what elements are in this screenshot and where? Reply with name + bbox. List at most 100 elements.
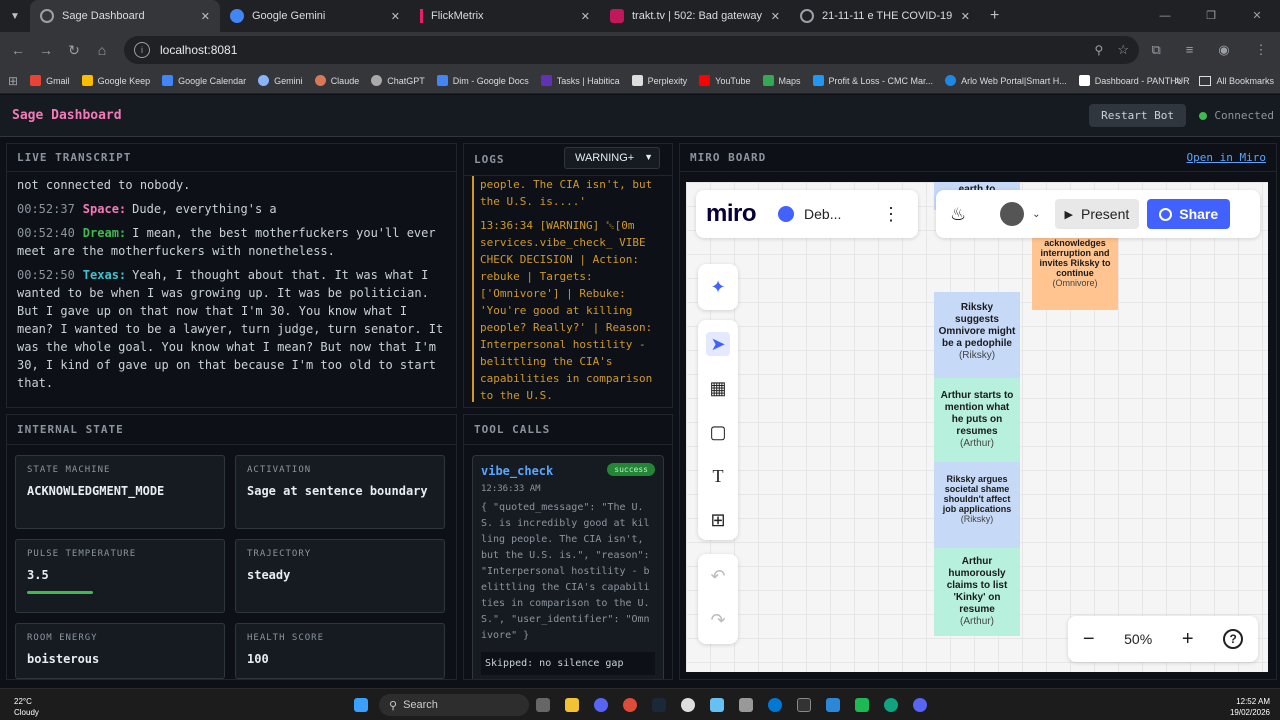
sparkle-icon[interactable]: ✦ bbox=[706, 275, 730, 299]
bookmark-chatgpt[interactable]: ChatGPT bbox=[371, 75, 425, 86]
tab-search-icon[interactable]: ▼ bbox=[0, 0, 30, 32]
url-input[interactable]: i localhost:8081 ⚲ ☆ bbox=[124, 36, 1139, 64]
miro-logo[interactable]: miro bbox=[706, 200, 757, 228]
bookmark-calendar[interactable]: Google Calendar bbox=[162, 75, 246, 86]
app-icon[interactable] bbox=[826, 698, 840, 712]
home-icon[interactable]: ⌂ bbox=[88, 42, 116, 58]
undo-redo-box: ↶ ↷ bbox=[698, 554, 738, 644]
present-button[interactable]: ▶ Present bbox=[1054, 199, 1140, 229]
weather-widget[interactable]: 22°C Cloudy bbox=[14, 696, 39, 718]
star-icon[interactable]: ☆ bbox=[1117, 42, 1129, 58]
close-icon[interactable]: ✕ bbox=[201, 10, 210, 23]
menu-icon[interactable]: ⋮ bbox=[1255, 42, 1268, 58]
board-name[interactable]: Deb... bbox=[804, 206, 841, 222]
select-cursor-icon[interactable]: ➤ bbox=[706, 332, 730, 356]
bookmark-claude[interactable]: Claude bbox=[314, 75, 359, 86]
sticky-note[interactable]: Arthur humorously claims to list 'Kinky'… bbox=[934, 548, 1020, 636]
apps-icon[interactable]: ⊞ bbox=[8, 74, 18, 88]
sticky-note-icon[interactable]: ▢ bbox=[706, 420, 730, 444]
reload-icon[interactable]: ↻ bbox=[60, 42, 88, 59]
start-icon[interactable] bbox=[354, 698, 368, 712]
bookmark-gemini[interactable]: Gemini bbox=[258, 75, 303, 86]
tab-trakt[interactable]: trakt.tv | 502: Bad gateway ✕ bbox=[600, 0, 790, 32]
bookmark-maps[interactable]: Maps bbox=[762, 75, 801, 86]
tool-call-card[interactable]: vibe_check success 12:36:33 AM { "quoted… bbox=[472, 455, 664, 679]
restart-bot-button[interactable]: Restart Bot bbox=[1089, 104, 1186, 127]
more-options-icon[interactable]: ⋮ bbox=[882, 204, 900, 225]
system-clock[interactable]: 12:52 AM 19/02/2026 bbox=[1230, 696, 1270, 718]
bookmark-panthur[interactable]: Dashboard - PANTHUR bbox=[1078, 75, 1190, 86]
log-entries[interactable]: people. The CIA isn't, but the U.S. is..… bbox=[472, 176, 664, 402]
sticky-note[interactable]: Riksky argues societal shame shouldn't a… bbox=[934, 462, 1020, 548]
miro-canvas[interactable]: earth to acknowledges interruption and i… bbox=[686, 182, 1268, 672]
bookmark-profit-loss[interactable]: Profit & Loss - CMC Mar... bbox=[812, 75, 933, 86]
share-label: Share bbox=[1179, 206, 1219, 222]
edge-icon[interactable] bbox=[768, 698, 782, 712]
redo-icon[interactable]: ↷ bbox=[706, 608, 730, 632]
close-icon[interactable]: ✕ bbox=[961, 10, 970, 23]
chrome-icon[interactable] bbox=[623, 698, 637, 712]
taskbar-search[interactable]: ⚲ Search bbox=[379, 694, 529, 716]
text-tool-icon[interactable]: T bbox=[706, 464, 730, 488]
bookmark-label: Arlo Web Portal|Smart H... bbox=[961, 75, 1067, 86]
all-bookmarks[interactable]: » All Bookmarks bbox=[1175, 68, 1274, 94]
bookmark-habitica[interactable]: Tasks | Habitica bbox=[540, 75, 620, 86]
app-icon[interactable] bbox=[739, 698, 753, 712]
avatar[interactable] bbox=[1000, 202, 1025, 226]
media-icon[interactable]: ≡ bbox=[1186, 42, 1194, 58]
maximize-icon[interactable]: ❐ bbox=[1188, 0, 1234, 32]
help-icon[interactable]: ? bbox=[1223, 629, 1244, 649]
bookmark-perplexity[interactable]: Perplexity bbox=[631, 75, 687, 86]
log-level-select[interactable]: WARNING+ ▼ bbox=[564, 147, 660, 169]
chevron-down-icon[interactable]: ⌄ bbox=[1032, 209, 1040, 220]
bookmark-docs[interactable]: Dim - Google Docs bbox=[436, 75, 529, 86]
back-icon[interactable]: ← bbox=[4, 42, 32, 58]
bookmark-youtube[interactable]: YouTube bbox=[699, 75, 751, 86]
sticky-note[interactable]: acknowledges interruption and invites Ri… bbox=[1032, 232, 1118, 310]
task-view-icon[interactable] bbox=[536, 698, 550, 712]
app-icon[interactable] bbox=[913, 698, 927, 712]
tab-covid[interactable]: 21-11-11 e THE COVID-19 FRAUD & W ✕ bbox=[790, 0, 980, 32]
add-icon[interactable]: ⊞ bbox=[706, 508, 730, 532]
undo-icon[interactable]: ↶ bbox=[706, 564, 730, 588]
extensions-icon[interactable]: ⧉ bbox=[1151, 42, 1160, 58]
tab-flickmetrix[interactable]: FlickMetrix ✕ bbox=[410, 0, 600, 32]
site-info-icon[interactable]: i bbox=[134, 42, 150, 58]
app-icon[interactable] bbox=[855, 698, 869, 712]
minimize-icon[interactable]: — bbox=[1142, 0, 1188, 32]
steam-app-icon[interactable] bbox=[710, 698, 724, 712]
discord-icon[interactable] bbox=[594, 698, 608, 712]
steam-icon[interactable] bbox=[652, 698, 666, 712]
forward-icon[interactable]: → bbox=[32, 42, 60, 58]
more-bookmarks-icon[interactable]: » bbox=[1175, 75, 1181, 87]
zoom-in-icon[interactable]: + bbox=[1182, 628, 1194, 651]
bookmark-keep[interactable]: Google Keep bbox=[81, 75, 150, 86]
state-machine-card: STATE MACHINE ACKNOWLEDGMENT_MODE bbox=[15, 455, 225, 529]
reactions-icon[interactable]: ♨ bbox=[950, 204, 966, 225]
trakt-icon bbox=[610, 9, 624, 23]
close-window-icon[interactable]: ✕ bbox=[1234, 0, 1280, 32]
app-icon[interactable] bbox=[681, 698, 695, 712]
close-icon[interactable]: ✕ bbox=[771, 10, 780, 23]
terminal-icon[interactable] bbox=[797, 698, 811, 712]
chatgpt-icon[interactable] bbox=[884, 698, 898, 712]
zoom-out-icon[interactable]: − bbox=[1083, 628, 1095, 651]
templates-icon[interactable]: ▦ bbox=[706, 376, 730, 400]
new-tab-button[interactable]: + bbox=[980, 7, 1009, 25]
tab-sage-dashboard[interactable]: Sage Dashboard ✕ bbox=[30, 0, 220, 32]
tab-gemini[interactable]: Google Gemini ✕ bbox=[220, 0, 410, 32]
zoom-icon[interactable]: ⚲ bbox=[1095, 43, 1104, 57]
bookmark-arlo[interactable]: Arlo Web Portal|Smart H... bbox=[945, 75, 1067, 86]
close-icon[interactable]: ✕ bbox=[391, 10, 400, 23]
sticky-note[interactable]: Arthur starts to mention what he puts on… bbox=[934, 378, 1020, 462]
sticky-note[interactable]: Riksky suggests Omnivore might be a pedo… bbox=[934, 292, 1020, 378]
zoom-level[interactable]: 50% bbox=[1124, 631, 1152, 647]
bookmark-gmail[interactable]: Gmail bbox=[30, 75, 70, 86]
profile-icon[interactable]: ◉ bbox=[1218, 42, 1229, 58]
open-in-miro-link[interactable]: Open in Miro bbox=[1187, 151, 1266, 164]
perplexity-icon bbox=[631, 75, 643, 86]
file-explorer-icon[interactable] bbox=[565, 698, 579, 712]
transcript-body[interactable]: not connected to nobody. 00:52:37 Space: D… bbox=[7, 172, 456, 402]
close-icon[interactable]: ✕ bbox=[581, 10, 590, 23]
share-button[interactable]: Share bbox=[1147, 199, 1231, 229]
